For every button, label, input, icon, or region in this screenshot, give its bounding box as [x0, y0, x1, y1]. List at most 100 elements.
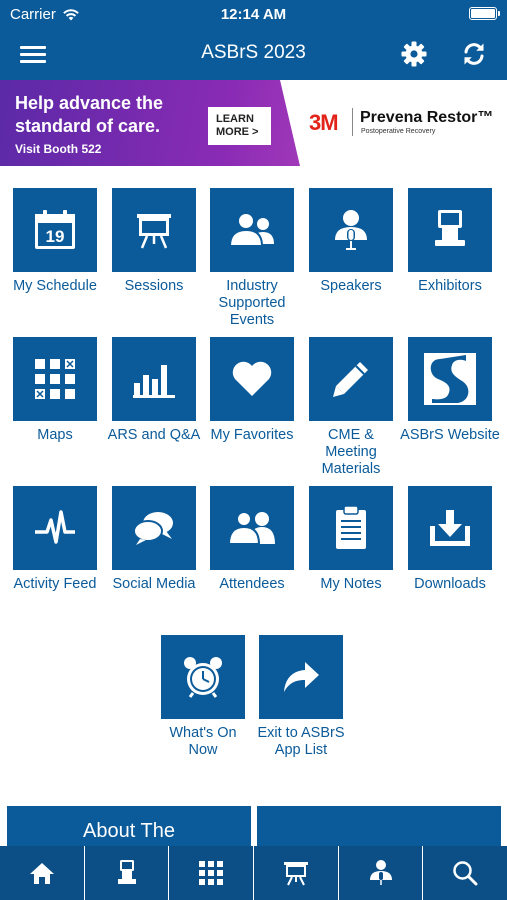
- tile-box: 19: [13, 188, 97, 272]
- tab-exhibitors[interactable]: [83, 846, 169, 900]
- page-title: ASBrS 2023: [201, 42, 306, 63]
- ad-product-name: Prevena Restor™: [360, 109, 494, 126]
- refresh-button[interactable]: [458, 38, 490, 70]
- gear-icon: [401, 41, 427, 67]
- calendar-icon: 19: [35, 210, 75, 249]
- easel-icon: [137, 214, 171, 249]
- tile-exhibitors[interactable]: Exhibitors: [400, 188, 500, 295]
- settings-button[interactable]: [398, 38, 430, 70]
- heart-icon: [232, 361, 272, 396]
- sessions-easel-icon: [283, 862, 308, 886]
- alarm-clock-icon: [184, 657, 222, 698]
- tile-label: Downloads: [414, 576, 486, 592]
- status-time: 12:14 AM: [220, 6, 287, 23]
- tile-asbrs-website[interactable]: ASBrS Website: [400, 337, 500, 444]
- map-grid-icon: [35, 359, 75, 399]
- chat-bubbles-icon: [133, 512, 173, 545]
- about-card-label: About The: [83, 820, 175, 842]
- home-icon: [29, 863, 54, 884]
- tile-box: [112, 486, 196, 570]
- status-bar: Carrier 12:14 AM: [0, 0, 507, 28]
- map-grid-icon: [199, 861, 224, 885]
- tile-box: [13, 337, 97, 421]
- tile-attendees[interactable]: Attendees: [202, 486, 302, 593]
- tile-box: [408, 486, 492, 570]
- tile-sessions[interactable]: Sessions: [104, 188, 204, 295]
- tile-box: [309, 337, 393, 421]
- tile-label: Industry Supported Events: [218, 278, 286, 328]
- tile-label: Exit to ASBrS App List: [257, 725, 345, 758]
- search-icon: [453, 861, 478, 886]
- tile-box: [408, 337, 492, 421]
- exhibitor-kiosk-icon: [117, 860, 136, 884]
- tile-label: My Schedule: [13, 278, 97, 294]
- tile-maps[interactable]: Maps: [5, 337, 105, 444]
- tile-whats-on-now[interactable]: What's On Now: [153, 635, 253, 759]
- tile-label: ARS and Q&A: [107, 427, 201, 443]
- tile-box: [210, 486, 294, 570]
- tile-label: Maps: [37, 427, 73, 443]
- battery-icon: [469, 7, 500, 20]
- ad-divider: [352, 108, 353, 136]
- ad-learn-more-button[interactable]: LEARN MORE >: [208, 107, 271, 145]
- tile-box: [210, 188, 294, 272]
- ad-product-subtitle: Postoperative Recovery: [361, 128, 436, 135]
- ad-headline: Help advance the standard of care.: [15, 93, 164, 136]
- tile-box: [112, 188, 196, 272]
- tab-sessions[interactable]: [253, 846, 338, 900]
- tile-label: Exhibitors: [418, 278, 482, 294]
- ad-brand-logo: 3M: [309, 110, 339, 135]
- download-icon: [430, 510, 470, 546]
- tile-industry-supported-events[interactable]: Industry Supported Events: [202, 188, 302, 329]
- tile-downloads[interactable]: Downloads: [400, 486, 500, 593]
- tile-box: [210, 337, 294, 421]
- nav-bar: ASBrS 2023: [0, 28, 507, 80]
- tab-home[interactable]: [0, 846, 84, 900]
- tile-speakers[interactable]: Speakers: [301, 188, 401, 295]
- calendar-day: 19: [46, 227, 65, 246]
- tile-label: Speakers: [320, 278, 382, 294]
- tile-label: ASBrS Website: [400, 427, 500, 443]
- tile-my-notes[interactable]: My Notes: [301, 486, 401, 593]
- asbrs-logo-icon: [424, 353, 476, 405]
- clipboard-icon: [336, 505, 366, 549]
- share-arrow-icon: [284, 662, 319, 692]
- ad-banner[interactable]: Help advance the standard of care. Visit…: [0, 80, 507, 166]
- tile-box: [259, 635, 343, 719]
- tab-maps[interactable]: [168, 846, 253, 900]
- tile-label: What's On Now: [169, 725, 237, 758]
- tile-label: My Favorites: [210, 427, 294, 443]
- tile-label: Activity Feed: [13, 576, 97, 592]
- speaker-icon: [335, 210, 367, 250]
- tile-box: [112, 337, 196, 421]
- pencil-icon: [333, 362, 368, 397]
- tile-my-schedule[interactable]: 19 My Schedule: [5, 188, 105, 295]
- kiosk-icon: [435, 210, 465, 246]
- tab-search[interactable]: [422, 846, 507, 900]
- tile-my-favorites[interactable]: My Favorites: [202, 337, 302, 444]
- tile-label: CME & Meeting Materials: [321, 427, 381, 477]
- people-group-icon: [228, 212, 274, 247]
- tab-bar: [0, 846, 507, 900]
- tab-speakers[interactable]: [337, 846, 423, 900]
- tile-social-media[interactable]: Social Media: [104, 486, 204, 593]
- refresh-icon: [464, 43, 484, 65]
- bar-chart-icon: [133, 365, 175, 398]
- tile-box: [408, 188, 492, 272]
- tile-box: [161, 635, 245, 719]
- tile-label: Social Media: [112, 576, 196, 592]
- tile-box: [309, 486, 393, 570]
- tile-label: Attendees: [219, 576, 285, 592]
- tile-activity-feed[interactable]: Activity Feed: [5, 486, 105, 593]
- speaker-icon: [369, 860, 392, 885]
- tile-box: [309, 188, 393, 272]
- ad-booth: Visit Booth 522: [15, 142, 102, 156]
- tile-cme-meeting-materials[interactable]: CME & Meeting Materials: [301, 337, 401, 478]
- tile-label: My Notes: [320, 576, 382, 592]
- attendees-icon: [227, 511, 275, 545]
- pulse-icon: [35, 510, 75, 544]
- tile-box: [13, 486, 97, 570]
- tile-ars-qa[interactable]: ARS and Q&A: [104, 337, 204, 444]
- tile-exit-app-list[interactable]: Exit to ASBrS App List: [251, 635, 351, 759]
- tile-label: Sessions: [124, 278, 184, 294]
